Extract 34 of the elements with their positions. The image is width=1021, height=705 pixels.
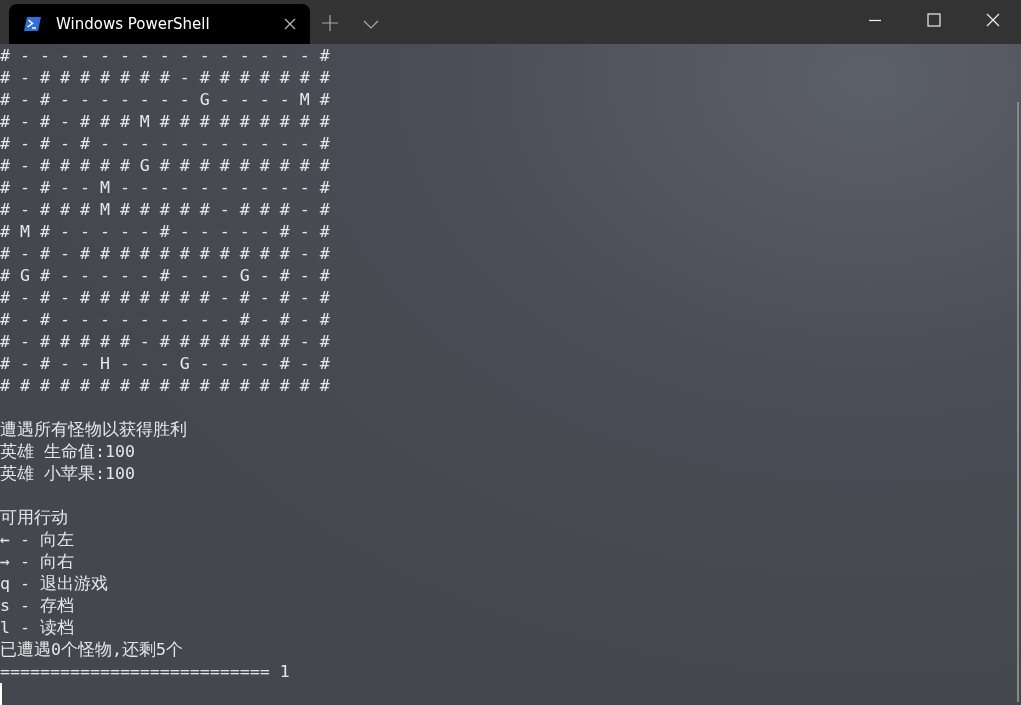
terminal-line: # - # - # # # # # # # # # # # - #	[0, 244, 330, 263]
terminal-line: # - # - # # # # # # # - # - # - #	[0, 288, 330, 307]
terminal-line: # - - - - - - - - - - - - - - - #	[0, 46, 330, 65]
plus-icon[interactable]	[321, 14, 339, 32]
terminal-line: # G # - - - - - # - - - G - # - #	[0, 266, 330, 285]
terminal-line: # M # - - - - - # - - - - - # - #	[0, 222, 330, 241]
terminal-line: q - 退出游戏	[0, 574, 108, 593]
terminal-line: 英雄 生命值:100	[0, 442, 135, 461]
scrollbar[interactable]	[1017, 102, 1019, 702]
terminal-line: # - # # # # # # # - # # # # # # #	[0, 68, 330, 87]
terminal-line: → - 向右	[0, 552, 74, 571]
terminal-line: ← - 向左	[0, 530, 74, 549]
terminal-line: # - # - # # # M # # # # # # # # #	[0, 112, 330, 131]
terminal-line: # - # - # - - - - - - - - - - - #	[0, 134, 330, 153]
terminal-line: # - # - - - - - - - - - # - # - #	[0, 310, 330, 329]
terminal-line: =========================== 1	[0, 662, 290, 681]
terminal-line: 遭遇所有怪物以获得胜利	[0, 420, 187, 439]
terminal-line: 可用行动	[0, 508, 68, 527]
terminal-line: s - 存档	[0, 596, 74, 615]
terminal-line: 已遭遇0个怪物,还剩5个	[0, 640, 183, 659]
terminal-line: 英雄 小苹果:100	[0, 464, 135, 483]
terminal-line: # - # - - M - - - - - - - - - - #	[0, 178, 330, 197]
maximize-icon[interactable]	[927, 13, 941, 27]
terminal-line: # - # - - - - - - - G - - - - M #	[0, 90, 330, 109]
terminal-line: # - # # # # # G # # # # # # # # #	[0, 156, 330, 175]
terminal-line: # - # # # # # - # # # # # # # - #	[0, 332, 330, 351]
terminal-line: # - # - - H - - - G - - - - # - #	[0, 354, 330, 373]
powershell-icon	[24, 16, 42, 32]
terminal-line: # - # # # M # # # # # - # # # - #	[0, 200, 330, 219]
close-icon[interactable]	[284, 18, 296, 30]
chevron-down-icon[interactable]	[363, 20, 379, 30]
terminal-line: # # # # # # # # # # # # # # # # #	[0, 376, 330, 395]
terminal-line: l - 读档	[0, 618, 74, 637]
terminal-tab[interactable]: Windows PowerShell	[9, 4, 310, 44]
